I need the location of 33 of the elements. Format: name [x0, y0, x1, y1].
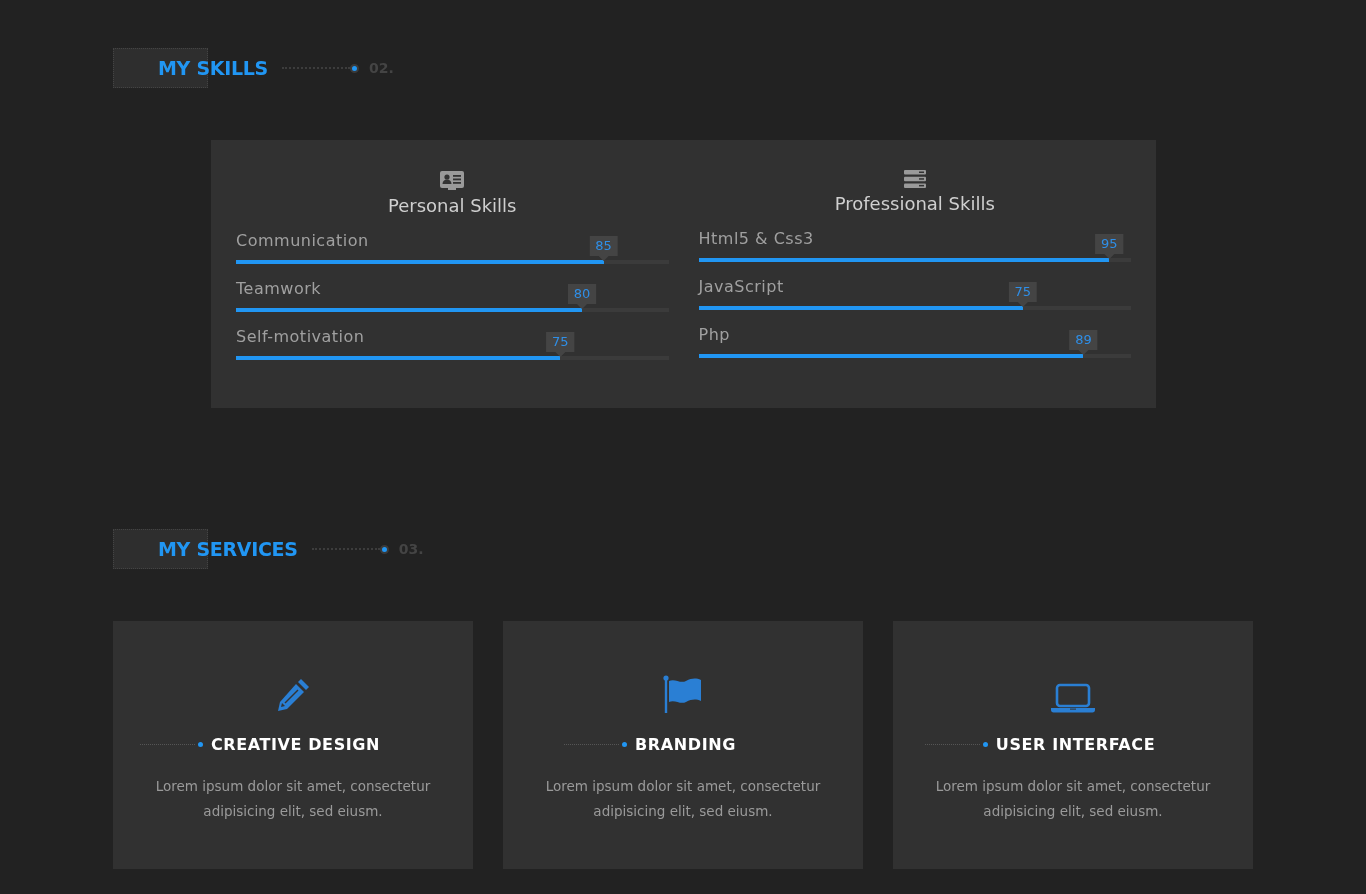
- service-title: USER INTERFACE: [995, 735, 1156, 754]
- group-title: Personal Skills: [387, 195, 518, 216]
- skill-label: Html5 & Css3: [698, 228, 814, 250]
- skill-label: Teamwork: [236, 278, 321, 300]
- flag-icon: [663, 675, 703, 713]
- id-card-icon: [440, 170, 465, 190]
- skill-label: Communication: [236, 230, 369, 252]
- value-tooltip: 95: [1095, 234, 1124, 259]
- value-tooltip: 85: [589, 236, 618, 261]
- dotted-line: [924, 744, 980, 745]
- dot-marker: [622, 742, 628, 747]
- service-title: BRANDING: [635, 735, 736, 754]
- server-icon: [903, 170, 926, 188]
- dot-marker: [982, 742, 988, 747]
- service-description: Lorem ipsum dolor sit amet, consectetur adipisicing elit, sed eiusm.: [934, 777, 1212, 821]
- group-title: Professional Skills: [833, 193, 996, 214]
- skill-label: JavaScript: [698, 276, 784, 298]
- skill-label: Php: [698, 324, 730, 346]
- section-title: MY SKILLS: [158, 57, 268, 79]
- dot-marker: [197, 742, 203, 747]
- section-title: MY SERVICES: [158, 538, 298, 560]
- service-title: CREATIVE DESIGN: [210, 735, 381, 754]
- value-tooltip: 75: [546, 332, 575, 357]
- dotted-line: [564, 744, 620, 745]
- dotted-line: [139, 744, 195, 745]
- skill-label: Self-motivation: [236, 326, 365, 348]
- value-tooltip: 89: [1069, 330, 1098, 355]
- dot-marker: [379, 544, 389, 554]
- value-tooltip: 75: [1008, 282, 1038, 307]
- dot-marker: [349, 63, 359, 73]
- service-description: Lorem ipsum dolor sit amet, consectetur adipisicing elit, sed eiusm.: [154, 777, 432, 821]
- service-description: Lorem ipsum dolor sit amet, consectetur adipisicing elit, sed eiusm.: [544, 777, 822, 821]
- value-tooltip: 80: [567, 284, 597, 309]
